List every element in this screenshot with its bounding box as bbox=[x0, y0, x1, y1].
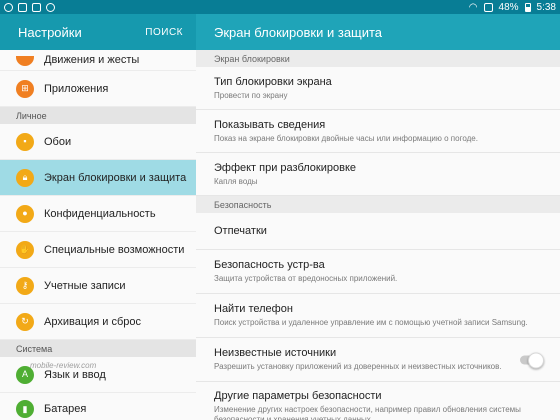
battery-icon bbox=[524, 2, 531, 12]
setting-title: Безопасность устр-ва bbox=[214, 259, 325, 271]
settings-title: Настройки bbox=[18, 24, 82, 40]
key-icon: ⚷ bbox=[16, 276, 34, 295]
sidebar-item-label: Движения и жесты bbox=[44, 54, 140, 66]
setting-title: Эффект при разблокировке bbox=[214, 161, 357, 174]
sidebar-item-apps[interactable]: ⊞ Приложения bbox=[0, 71, 196, 107]
wallpaper-icon: ▪ bbox=[16, 132, 34, 151]
setting-other-security[interactable]: Другие параметры безопасности Изменение … bbox=[196, 382, 560, 420]
settings-header: Настройки ПОИСК bbox=[0, 14, 196, 50]
notification-icon bbox=[18, 2, 27, 12]
search-button[interactable]: ПОИСК bbox=[145, 27, 183, 38]
setting-subtitle: Защита устройства от вредоносных приложе… bbox=[214, 274, 398, 283]
sidebar-item-privacy[interactable]: ● Конфиденциальность bbox=[0, 196, 196, 232]
setting-title: Найти телефон bbox=[214, 303, 293, 315]
sidebar-item-label: Учетные записи bbox=[44, 279, 126, 292]
sidebar-item-wallpaper[interactable]: ▪ Обои bbox=[0, 124, 196, 160]
setting-subtitle: Капля воды bbox=[214, 176, 258, 186]
sidebar-item-label: Обои bbox=[44, 135, 72, 148]
sidebar-item-label: Приложения bbox=[44, 82, 109, 95]
setting-unknown-sources[interactable]: Неизвестные источники Разрешить установк… bbox=[196, 338, 560, 382]
setting-title: Отпечатки bbox=[214, 225, 267, 237]
setting-device-security[interactable]: Безопасность устр-ва Защита устройства о… bbox=[196, 250, 560, 294]
sync-icon bbox=[46, 2, 55, 12]
sidebar-item-backup[interactable]: ↻ Архивация и сброс bbox=[0, 304, 196, 340]
setting-subtitle: Показ на экране блокировки двойные часы … bbox=[214, 133, 478, 143]
sidebar-item-accounts[interactable]: ⚷ Учетные записи bbox=[0, 268, 196, 304]
setting-lock-type[interactable]: Тип блокировки экрана Провести по экрану bbox=[196, 67, 560, 110]
message-icon bbox=[32, 2, 41, 12]
backup-icon: ↻ bbox=[16, 312, 34, 331]
setting-unlock-effect[interactable]: Эффект при разблокировке Капля воды bbox=[196, 153, 560, 196]
sidebar-item-label: Экран блокировки и защита bbox=[44, 171, 187, 184]
setting-subtitle: Изменение других настроек безопасности, … bbox=[214, 405, 521, 420]
sidebar-item-label: Батарея bbox=[44, 403, 87, 415]
lock-icon: 🔒︎ bbox=[16, 168, 34, 187]
setting-show-info[interactable]: Показывать сведения Показ на экране блок… bbox=[196, 110, 560, 153]
privacy-icon: ● bbox=[16, 204, 34, 223]
motion-icon bbox=[16, 56, 34, 66]
battery-icon: ▮ bbox=[16, 400, 34, 418]
clock: 5:38 bbox=[536, 1, 556, 13]
apps-icon: ⊞ bbox=[16, 79, 34, 98]
sidebar-item-label: Архивация и сброс bbox=[44, 315, 142, 328]
sidebar-item-label: Язык и ввод bbox=[44, 368, 106, 381]
wifi-icon: ◠ bbox=[468, 1, 478, 13]
section-personal: Личное bbox=[0, 107, 196, 124]
status-bar: ◠ 48% 5:38 bbox=[0, 0, 560, 14]
alarm-icon bbox=[483, 2, 493, 12]
sidebar-item-label: Специальные возможности bbox=[44, 243, 185, 256]
samsung-account-icon bbox=[4, 2, 13, 12]
sidebar-item-battery[interactable]: ▮ Батарея bbox=[0, 393, 196, 420]
page-title: Экран блокировки и защита bbox=[196, 14, 560, 50]
battery-percent: 48% bbox=[498, 1, 519, 13]
lock-screen-settings: Экран блокировки Тип блокировки экрана П… bbox=[196, 50, 560, 420]
setting-subtitle: Разрешить установку приложений из довере… bbox=[214, 362, 502, 371]
setting-title: Другие параметры безопасности bbox=[214, 390, 382, 402]
section-system: Система bbox=[0, 340, 196, 357]
setting-title: Показывать сведения bbox=[214, 118, 326, 131]
setting-fingerprints[interactable]: Отпечатки bbox=[196, 213, 560, 250]
setting-subtitle: Провести по экрану bbox=[214, 90, 288, 100]
accessibility-icon: ✋ bbox=[16, 240, 34, 259]
section-security: Безопасность bbox=[196, 196, 560, 213]
setting-subtitle: Поиск устройства и удаленное управление … bbox=[214, 318, 528, 327]
unknown-sources-toggle[interactable] bbox=[520, 352, 544, 368]
sidebar-item-motions[interactable]: Движения и жесты bbox=[0, 50, 196, 71]
section-lock-screen: Экран блокировки bbox=[196, 50, 560, 67]
setting-title: Неизвестные источники bbox=[214, 347, 337, 359]
sidebar-item-label: Конфиденциальность bbox=[44, 207, 156, 220]
setting-find-phone[interactable]: Найти телефон Поиск устройства и удаленн… bbox=[196, 294, 560, 338]
watermark: mobile-review.com bbox=[30, 361, 97, 370]
setting-title: Тип блокировки экрана bbox=[214, 75, 332, 88]
sidebar-item-accessibility[interactable]: ✋ Специальные возможности bbox=[0, 232, 196, 268]
sidebar-item-lock-screen[interactable]: 🔒︎ Экран блокировки и защита bbox=[0, 160, 196, 196]
